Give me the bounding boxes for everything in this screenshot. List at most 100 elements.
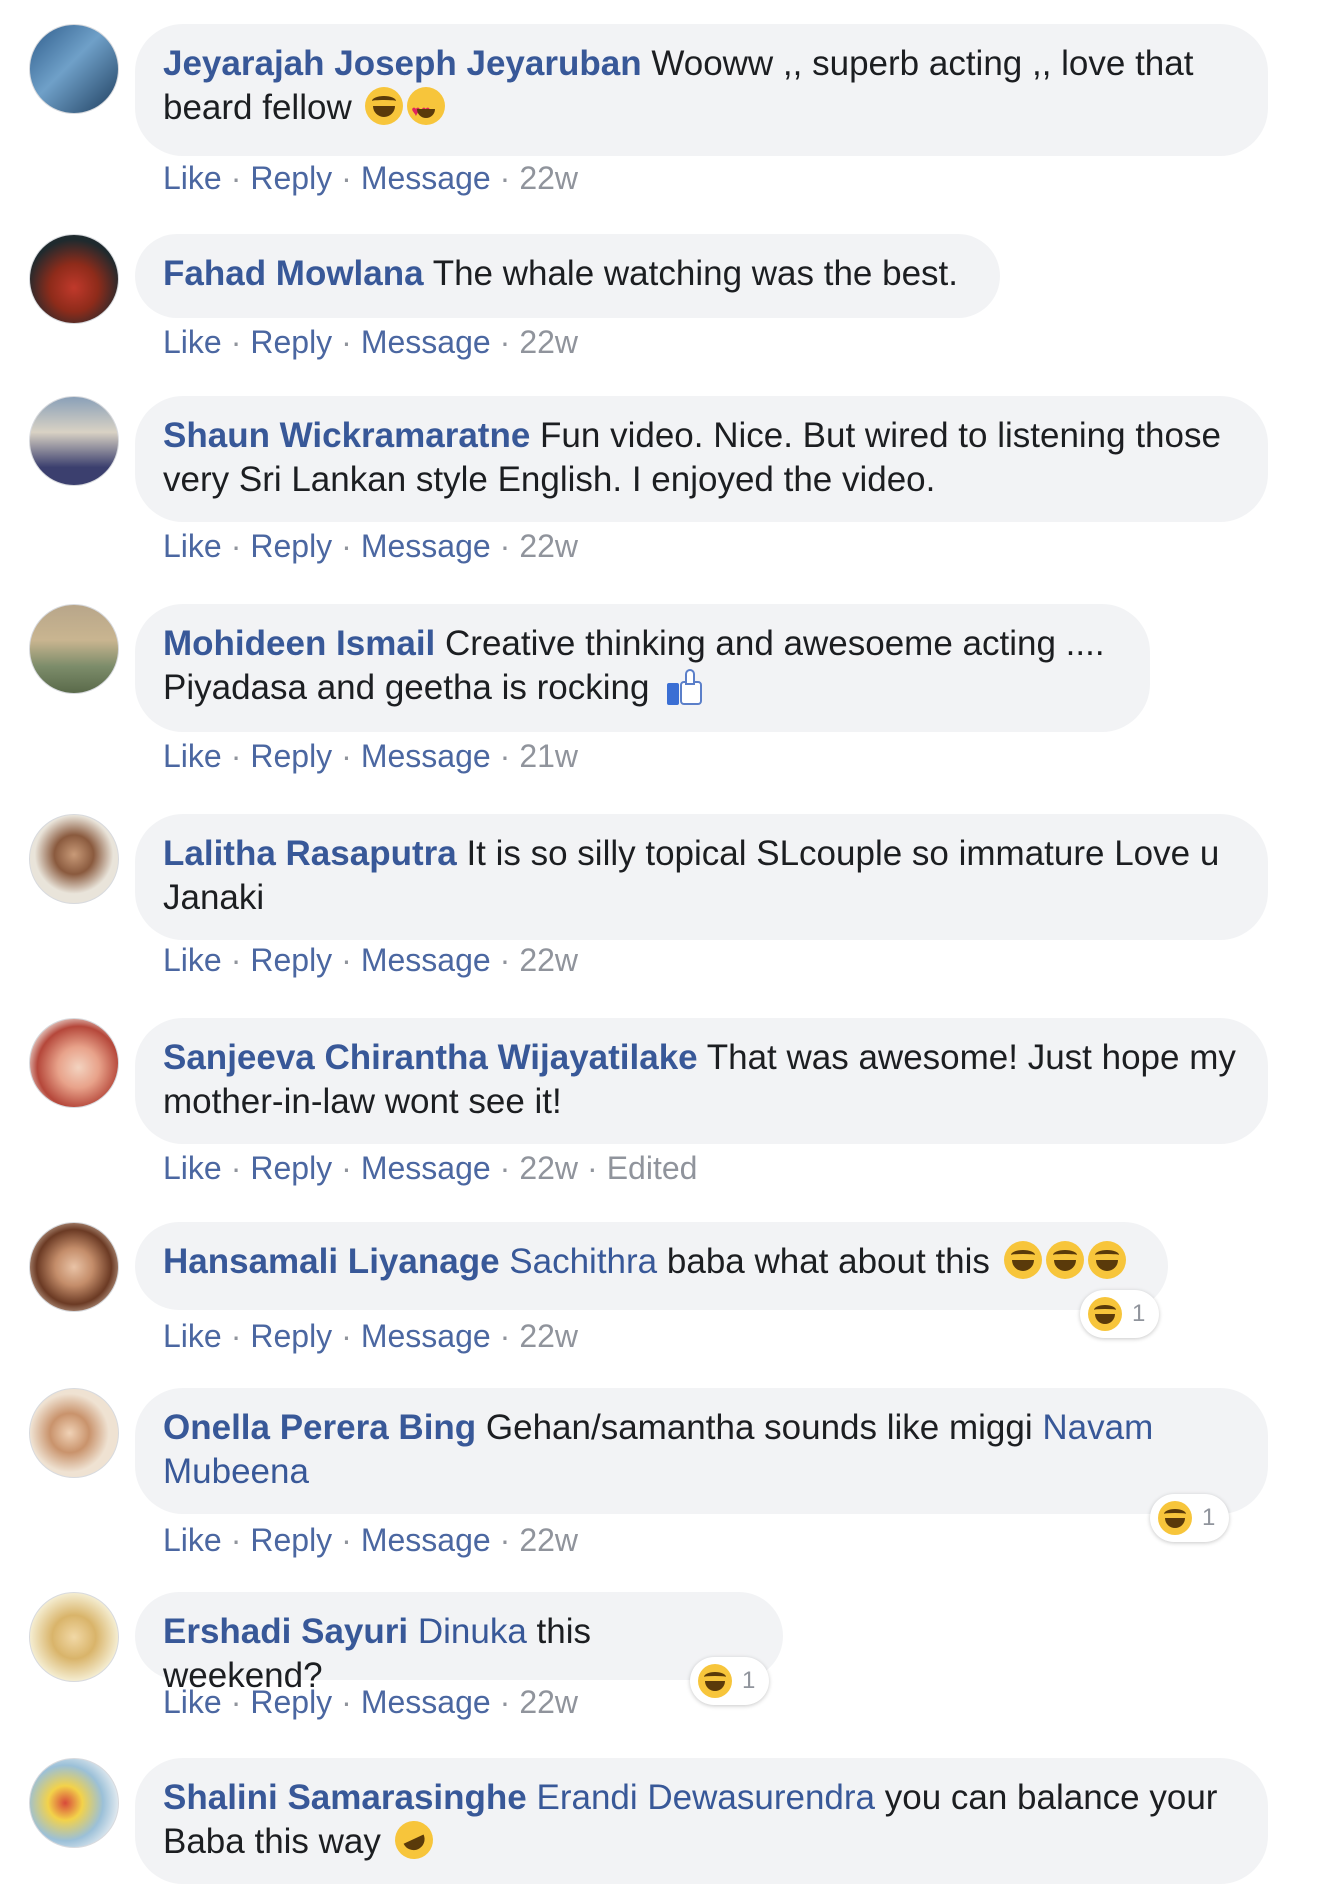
separator: · xyxy=(230,1684,242,1720)
avatar[interactable] xyxy=(29,604,119,694)
comment-time[interactable]: 22w xyxy=(519,528,578,564)
comment-time[interactable]: 22w xyxy=(519,1684,578,1720)
comment-bubble: Shaun Wickramaratne Fun video. Nice. But… xyxy=(135,396,1268,522)
comment-actions: Like · Reply · Message · 22w xyxy=(163,526,578,566)
edited-label[interactable]: Edited xyxy=(607,1150,698,1186)
reaction-badge[interactable]: 1 xyxy=(1080,1290,1160,1338)
message-link[interactable]: Message xyxy=(361,528,491,564)
separator: · xyxy=(499,1318,511,1354)
reply-link[interactable]: Reply xyxy=(250,528,332,564)
message-link[interactable]: Message xyxy=(361,738,491,774)
comment-time[interactable]: 22w xyxy=(519,1318,578,1354)
reply-link[interactable]: Reply xyxy=(250,324,332,360)
mention-link[interactable]: Sachithra xyxy=(509,1242,657,1281)
avatar[interactable] xyxy=(29,814,119,904)
like-link[interactable]: Like xyxy=(163,738,222,774)
message-link[interactable]: Message xyxy=(361,1150,491,1186)
avatar[interactable] xyxy=(29,234,119,324)
comment-bubble: Mohideen Ismail Creative thinking and aw… xyxy=(135,604,1150,732)
comment-actions: Like · Reply · Message · 21w xyxy=(163,736,578,776)
separator: · xyxy=(341,528,352,564)
comment-time[interactable]: 21w xyxy=(519,738,578,774)
reply-link[interactable]: Reply xyxy=(250,1522,332,1558)
message-link[interactable]: Message xyxy=(361,160,491,196)
comment-author[interactable]: Jeyarajah Joseph Jeyaruban xyxy=(163,44,642,83)
reply-link[interactable]: Reply xyxy=(250,1150,332,1186)
reply-link[interactable]: Reply xyxy=(250,1318,332,1354)
separator: · xyxy=(499,528,511,564)
comment-actions: Like · Reply · Message · 22w xyxy=(163,158,578,198)
comment-author[interactable]: Shaun Wickramaratne xyxy=(163,416,530,455)
avatar[interactable] xyxy=(29,24,119,114)
separator: · xyxy=(341,324,352,360)
comment-actions: Like · Reply · Message · 22w xyxy=(163,1316,578,1356)
like-link[interactable]: Like xyxy=(163,1150,222,1186)
laughing-emoji-icon xyxy=(1045,1241,1084,1279)
comment-time[interactable]: 22w xyxy=(519,160,578,196)
separator: · xyxy=(230,1150,242,1186)
comment-time[interactable]: 22w xyxy=(519,942,578,978)
separator: · xyxy=(230,738,242,774)
comment-text: Gehan/samantha sounds like miggi xyxy=(485,1408,1033,1447)
avatar[interactable] xyxy=(29,1018,119,1108)
laughing-emoji-icon xyxy=(1003,1241,1042,1279)
separator: · xyxy=(499,1150,511,1186)
separator: · xyxy=(499,738,511,774)
heart-eyes-emoji-icon xyxy=(407,87,446,134)
reaction-badge[interactable]: 1 xyxy=(690,1657,770,1705)
reply-link[interactable]: Reply xyxy=(250,738,332,774)
comment-time[interactable]: 22w xyxy=(519,1150,578,1186)
message-link[interactable]: Message xyxy=(361,324,491,360)
rolling-laughing-emoji-icon xyxy=(388,1814,439,1866)
message-link[interactable]: Message xyxy=(361,1522,491,1558)
comment-author[interactable]: Mohideen Ismail xyxy=(163,624,435,663)
comment-author[interactable]: Onella Perera Bing xyxy=(163,1408,476,1447)
separator: · xyxy=(341,1318,352,1354)
avatar[interactable] xyxy=(29,1592,119,1682)
message-link[interactable]: Message xyxy=(361,1684,491,1720)
reply-link[interactable]: Reply xyxy=(250,942,332,978)
avatar[interactable] xyxy=(29,1758,119,1848)
message-link[interactable]: Message xyxy=(361,1318,491,1354)
message-link[interactable]: Message xyxy=(361,942,491,978)
like-link[interactable]: Like xyxy=(163,942,222,978)
separator: · xyxy=(230,942,242,978)
mention-link[interactable]: Dinuka xyxy=(418,1612,527,1651)
like-link[interactable]: Like xyxy=(163,1684,222,1720)
haha-reaction-icon xyxy=(1088,1297,1122,1331)
reaction-count: 1 xyxy=(742,1667,756,1694)
like-link[interactable]: Like xyxy=(163,1522,222,1558)
separator: · xyxy=(341,738,352,774)
separator: · xyxy=(499,942,511,978)
like-link[interactable]: Like xyxy=(163,324,222,360)
comment-author[interactable]: Ershadi Sayuri xyxy=(163,1612,408,1651)
comment-actions: Like · Reply · Message · 22w xyxy=(163,1682,578,1722)
like-link[interactable]: Like xyxy=(163,160,222,196)
comment-author[interactable]: Fahad Mowlana xyxy=(163,254,424,293)
separator: · xyxy=(230,528,242,564)
reaction-count: 1 xyxy=(1132,1300,1146,1327)
comment-author[interactable]: Hansamali Liyanage xyxy=(163,1242,500,1281)
separator: · xyxy=(230,1522,242,1558)
avatar[interactable] xyxy=(29,1222,119,1312)
mention-link[interactable]: Erandi Dewasurendra xyxy=(536,1778,875,1817)
haha-reaction-icon xyxy=(698,1664,732,1698)
separator: · xyxy=(230,160,242,196)
reply-link[interactable]: Reply xyxy=(250,1684,332,1720)
separator: · xyxy=(230,324,242,360)
comment-author[interactable]: Lalitha Rasaputra xyxy=(163,834,457,873)
comment-time[interactable]: 22w xyxy=(519,1522,578,1558)
reaction-badge[interactable]: 1 xyxy=(1150,1494,1230,1542)
comment-bubble: Hansamali Liyanage Sachithra baba what a… xyxy=(135,1222,1168,1310)
avatar[interactable] xyxy=(29,396,119,486)
like-link[interactable]: Like xyxy=(163,528,222,564)
comment-author[interactable]: Shalini Samarasinghe xyxy=(163,1778,527,1817)
comment-bubble: Shalini Samarasinghe Erandi Dewasurendra… xyxy=(135,1758,1268,1884)
like-link[interactable]: Like xyxy=(163,1318,222,1354)
comment-bubble: Fahad Mowlana The whale watching was the… xyxy=(135,234,1000,318)
comment-bubble: Ershadi Sayuri Dinuka this weekend? xyxy=(135,1592,783,1695)
avatar[interactable] xyxy=(29,1388,119,1478)
reply-link[interactable]: Reply xyxy=(250,160,332,196)
comment-time[interactable]: 22w xyxy=(519,324,578,360)
comment-author[interactable]: Sanjeeva Chirantha Wijayatilake xyxy=(163,1038,698,1077)
